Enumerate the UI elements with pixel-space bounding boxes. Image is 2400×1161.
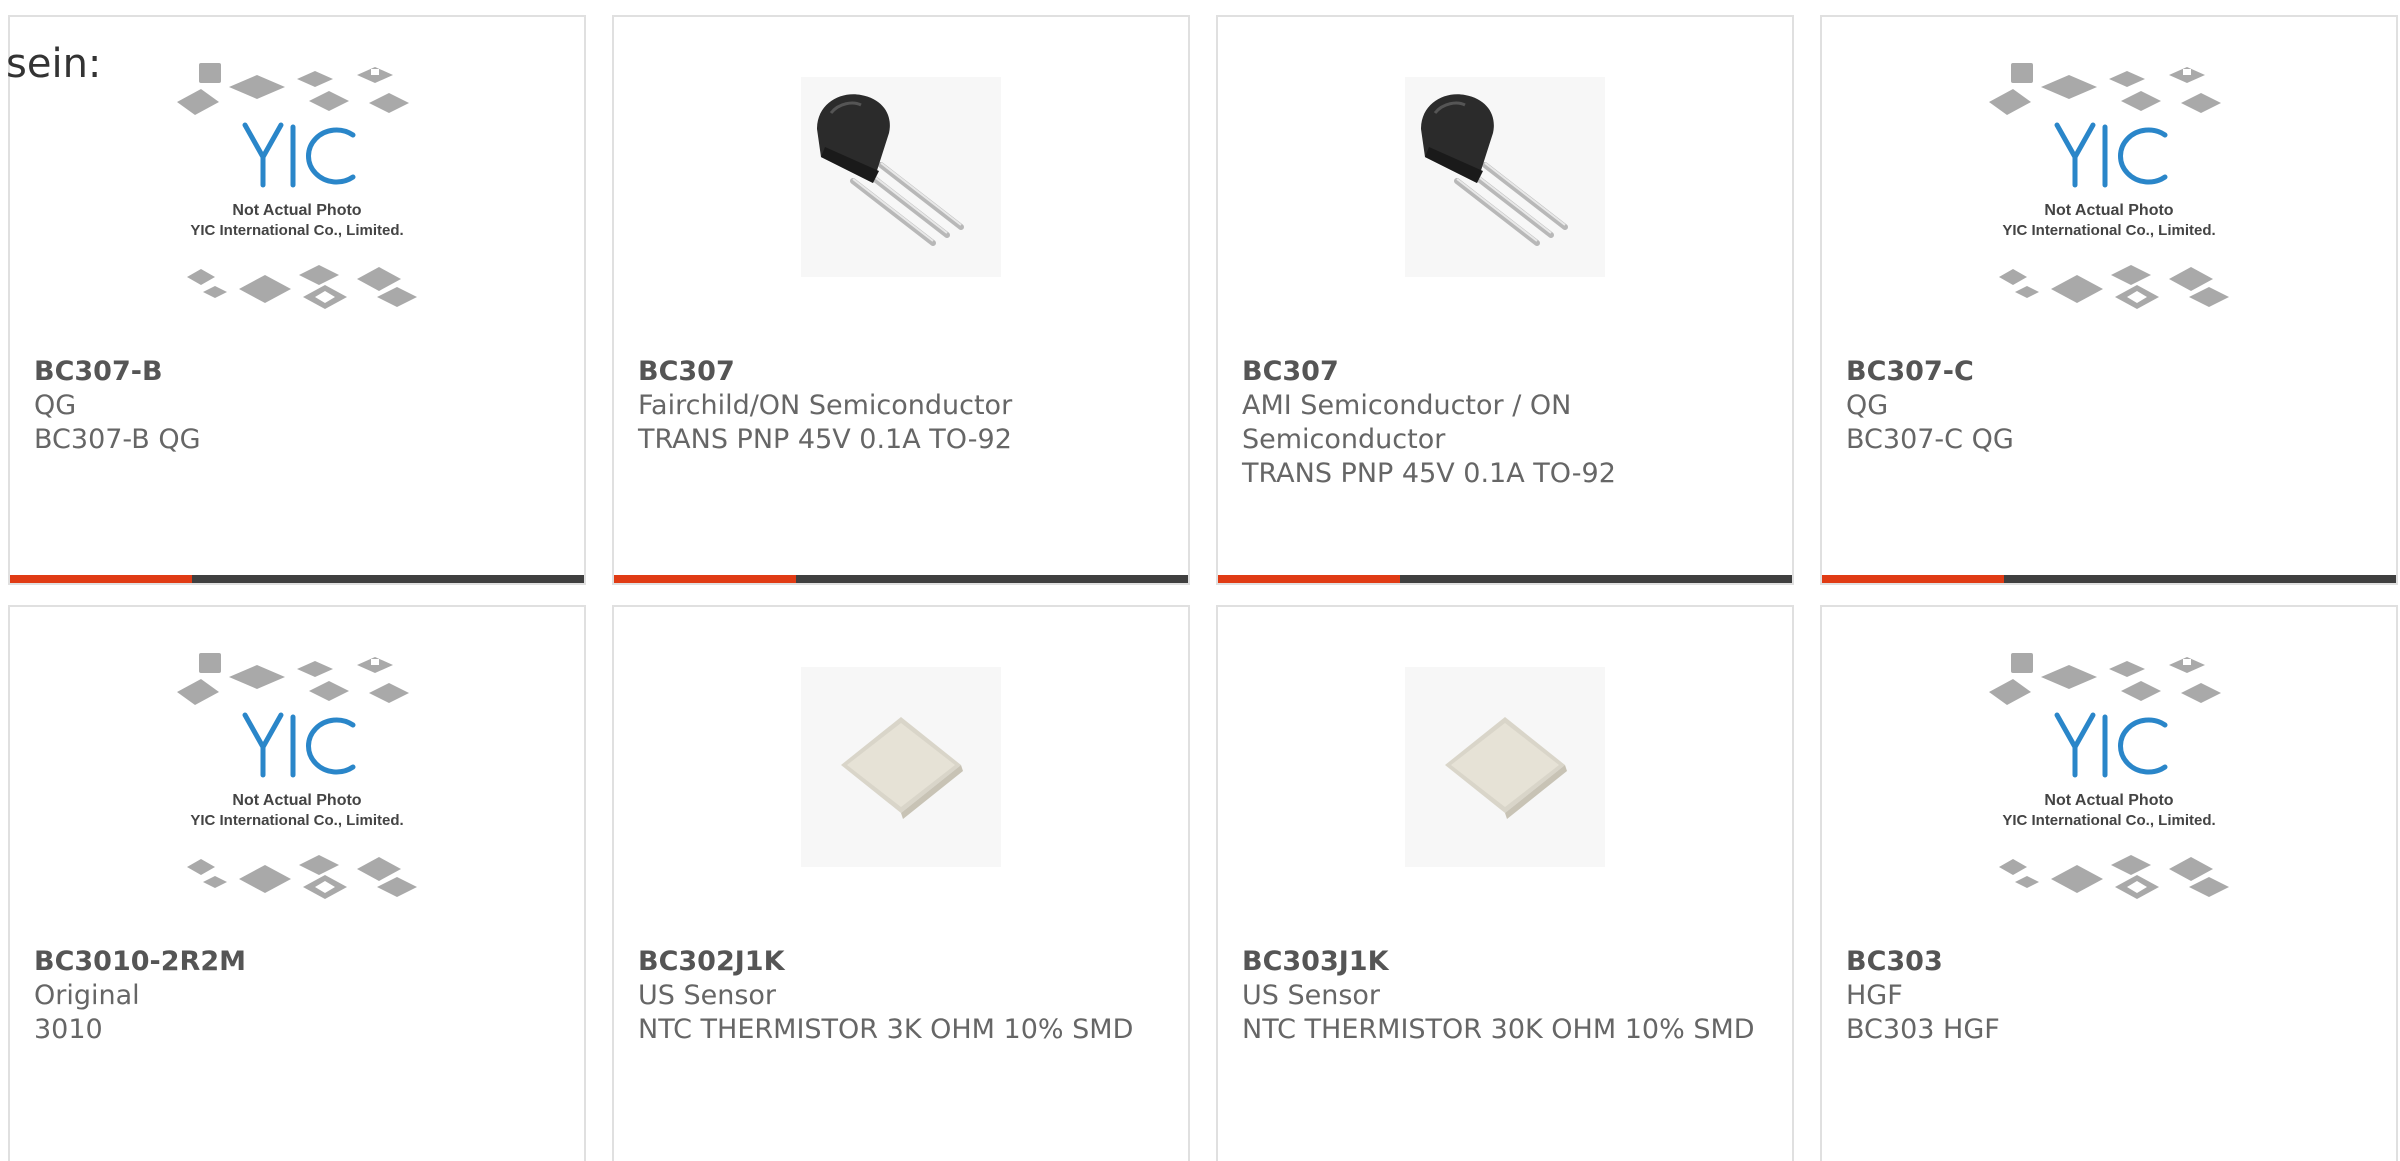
card-footer-bar bbox=[614, 575, 1188, 583]
card-footer-bar bbox=[1822, 575, 2396, 583]
product-details: BC302J1K US Sensor NTC THERMISTOR 3K OHM… bbox=[638, 945, 1164, 1047]
product-details: BC3010-2R2M Original 3010 bbox=[34, 945, 560, 1047]
thermistor-icon bbox=[801, 667, 1001, 867]
product-card[interactable]: Not Actual Photo YIC International Co., … bbox=[1820, 605, 2398, 1161]
placeholder-caption-1: Not Actual Photo bbox=[2044, 792, 2173, 809]
card-accent-bar bbox=[614, 575, 796, 583]
product-description: 3010 bbox=[34, 1014, 103, 1045]
part-number[interactable]: BC307-C bbox=[1846, 355, 2372, 389]
product-details: BC307-B QG BC307-B QG bbox=[34, 355, 560, 457]
product-details: BC303J1K US Sensor NTC THERMISTOR 30K OH… bbox=[1242, 945, 1768, 1047]
placeholder-caption-1: Not Actual Photo bbox=[232, 792, 361, 809]
placeholder-caption-2: YIC International Co., Limited. bbox=[2002, 812, 2215, 829]
card-accent-bar bbox=[1822, 575, 2004, 583]
placeholder-caption-2: YIC International Co., Limited. bbox=[2002, 222, 2215, 239]
product-grid: Not Actual Photo YIC International Co., … bbox=[8, 15, 2398, 1161]
placeholder-caption-2: YIC International Co., Limited. bbox=[190, 222, 403, 239]
intro-text: sein: bbox=[6, 41, 102, 87]
placeholder-icon: Not Actual Photo YIC International Co., … bbox=[1989, 63, 2229, 309]
placeholder-caption-2: YIC International Co., Limited. bbox=[190, 812, 403, 829]
product-card[interactable]: BC303J1K US Sensor NTC THERMISTOR 30K OH… bbox=[1216, 605, 1794, 1161]
product-card[interactable]: Not Actual Photo YIC International Co., … bbox=[8, 605, 586, 1161]
product-details: BC307-C QG BC307-C QG bbox=[1846, 355, 2372, 457]
product-description: BC307-C QG bbox=[1846, 424, 2014, 455]
product-description: NTC THERMISTOR 3K OHM 10% SMD bbox=[638, 1014, 1134, 1045]
placeholder-icon: Not Actual Photo YIC International Co., … bbox=[177, 653, 417, 899]
product-details: BC307 AMI Semiconductor / ON Semiconduct… bbox=[1242, 355, 1768, 491]
part-number[interactable]: BC303J1K bbox=[1242, 945, 1768, 979]
card-accent-bar bbox=[1218, 575, 1400, 583]
manufacturer: QG bbox=[34, 390, 77, 421]
manufacturer: QG bbox=[1846, 390, 1889, 421]
part-number[interactable]: BC307-B bbox=[34, 355, 560, 389]
transistor-icon bbox=[801, 77, 1001, 277]
card-footer-bar bbox=[1218, 575, 1792, 583]
card-footer-bar bbox=[10, 575, 584, 583]
manufacturer: Fairchild/ON Semiconductor bbox=[638, 390, 1013, 421]
manufacturer: US Sensor bbox=[638, 980, 777, 1011]
placeholder-icon: Not Actual Photo YIC International Co., … bbox=[177, 63, 417, 309]
product-description: BC307-B QG bbox=[34, 424, 201, 455]
placeholder-caption-1: Not Actual Photo bbox=[232, 202, 361, 219]
part-number[interactable]: BC307 bbox=[1242, 355, 1768, 389]
manufacturer: Original bbox=[34, 980, 140, 1011]
transistor-icon bbox=[1405, 77, 1605, 277]
part-number[interactable]: BC302J1K bbox=[638, 945, 1164, 979]
part-number[interactable]: BC3010-2R2M bbox=[34, 945, 560, 979]
manufacturer: HGF bbox=[1846, 980, 1903, 1011]
placeholder-caption-1: Not Actual Photo bbox=[2044, 202, 2173, 219]
product-card[interactable]: BC302J1K US Sensor NTC THERMISTOR 3K OHM… bbox=[612, 605, 1190, 1161]
product-card[interactable]: BC307 Fairchild/ON Semiconductor TRANS P… bbox=[612, 15, 1190, 585]
placeholder-icon: Not Actual Photo YIC International Co., … bbox=[1989, 653, 2229, 899]
product-listing-page: sein: Not Actual Photo YIC International… bbox=[0, 0, 2400, 1161]
manufacturer: US Sensor bbox=[1242, 980, 1381, 1011]
part-number[interactable]: BC307 bbox=[638, 355, 1164, 389]
product-description: TRANS PNP 45V 0.1A TO-92 bbox=[638, 424, 1012, 455]
product-card[interactable]: Not Actual Photo YIC International Co., … bbox=[1820, 15, 2398, 585]
product-description: BC303 HGF bbox=[1846, 1014, 2000, 1045]
product-card[interactable]: BC307 AMI Semiconductor / ON Semiconduct… bbox=[1216, 15, 1794, 585]
product-description: TRANS PNP 45V 0.1A TO-92 bbox=[1242, 458, 1616, 489]
product-description: NTC THERMISTOR 30K OHM 10% SMD bbox=[1242, 1014, 1755, 1045]
product-details: BC303 HGF BC303 HGF bbox=[1846, 945, 2372, 1047]
product-card[interactable]: Not Actual Photo YIC International Co., … bbox=[8, 15, 586, 585]
product-details: BC307 Fairchild/ON Semiconductor TRANS P… bbox=[638, 355, 1164, 457]
part-number[interactable]: BC303 bbox=[1846, 945, 2372, 979]
thermistor-icon bbox=[1405, 667, 1605, 867]
card-accent-bar bbox=[10, 575, 192, 583]
manufacturer: AMI Semiconductor / ON Semiconductor bbox=[1242, 390, 1572, 455]
